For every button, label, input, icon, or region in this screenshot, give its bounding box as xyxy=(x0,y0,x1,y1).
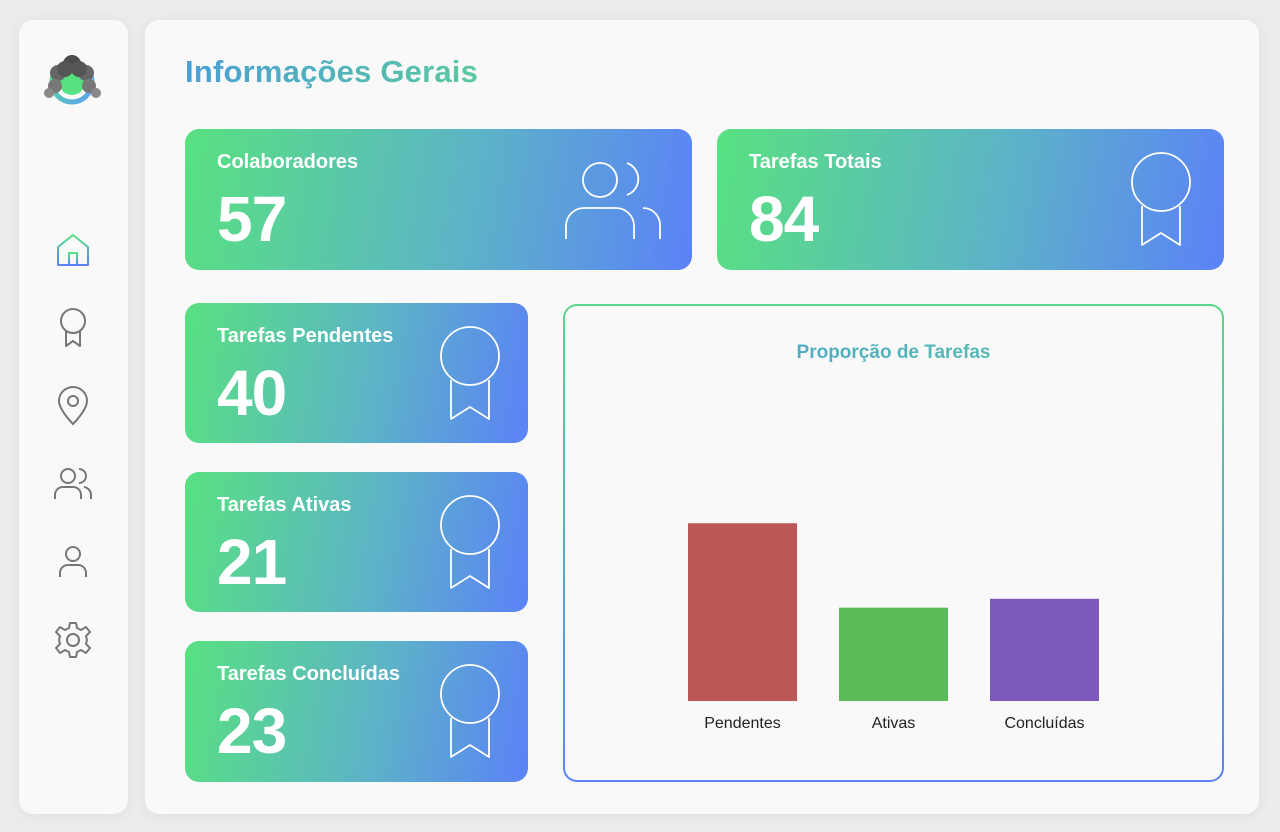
stat-value: 57 xyxy=(217,183,287,255)
stat-card-colaboradores[interactable]: Colaboradores 57 xyxy=(185,129,692,270)
stat-label: Colaboradores xyxy=(217,151,359,173)
sidebar-item-tasks[interactable] xyxy=(49,304,97,352)
users-icon xyxy=(565,162,661,239)
bar-pendentes[interactable] xyxy=(688,523,797,701)
sidebar-item-home[interactable] xyxy=(49,226,97,274)
gear-icon xyxy=(55,622,91,658)
stat-card-tarefas-pendentes[interactable]: Tarefas Pendentes 40 xyxy=(185,303,528,443)
stat-card-tarefas-concluidas[interactable]: Tarefas Concluídas 23 xyxy=(185,641,528,782)
x-tick-label: Ativas xyxy=(872,715,916,732)
stat-label: Tarefas Concluídas xyxy=(217,663,401,685)
home-icon xyxy=(57,234,89,266)
bar-concluídas[interactable] xyxy=(990,598,1099,701)
sidebar xyxy=(19,20,128,814)
map-pin-icon xyxy=(57,386,89,426)
users-icon xyxy=(54,468,93,499)
main-panel: Informações Gerais Colaboradores 57 Tare… xyxy=(145,20,1259,814)
stat-value: 21 xyxy=(217,526,287,598)
chart-panel: Proporção de Tarefas Pendentes Ativas Conc… xyxy=(563,304,1224,782)
bar-ativas[interactable] xyxy=(839,607,948,701)
stat-label: Tarefas Ativas xyxy=(217,494,352,516)
user-icon xyxy=(59,546,87,577)
sidebar-item-profile[interactable] xyxy=(49,538,97,586)
award-icon xyxy=(1131,152,1191,246)
stat-card-tarefas-ativas[interactable]: Tarefas Ativas 21 xyxy=(185,472,528,612)
stat-label: Tarefas Totais xyxy=(749,151,882,173)
x-tick-label: Pendentes xyxy=(704,715,781,732)
award-icon xyxy=(440,326,500,420)
award-icon xyxy=(440,664,500,758)
logo-icon[interactable] xyxy=(41,42,107,122)
sidebar-item-team[interactable] xyxy=(49,460,97,508)
award-icon xyxy=(60,308,86,347)
page-title: Informações Gerais xyxy=(185,54,479,89)
award-icon xyxy=(440,495,500,589)
stat-value: 40 xyxy=(217,357,287,429)
stat-card-tarefas-totais[interactable]: Tarefas Totais 84 xyxy=(717,129,1224,270)
x-tick-label: Concluídas xyxy=(1004,715,1084,732)
stat-value: 84 xyxy=(749,183,819,255)
sidebar-item-settings[interactable] xyxy=(49,616,97,664)
stat-label: Tarefas Pendentes xyxy=(217,325,394,347)
bar-chart: Pendentes Ativas Concluídas xyxy=(688,523,1099,732)
stat-value: 23 xyxy=(217,695,287,767)
sidebar-item-location[interactable] xyxy=(49,382,97,430)
